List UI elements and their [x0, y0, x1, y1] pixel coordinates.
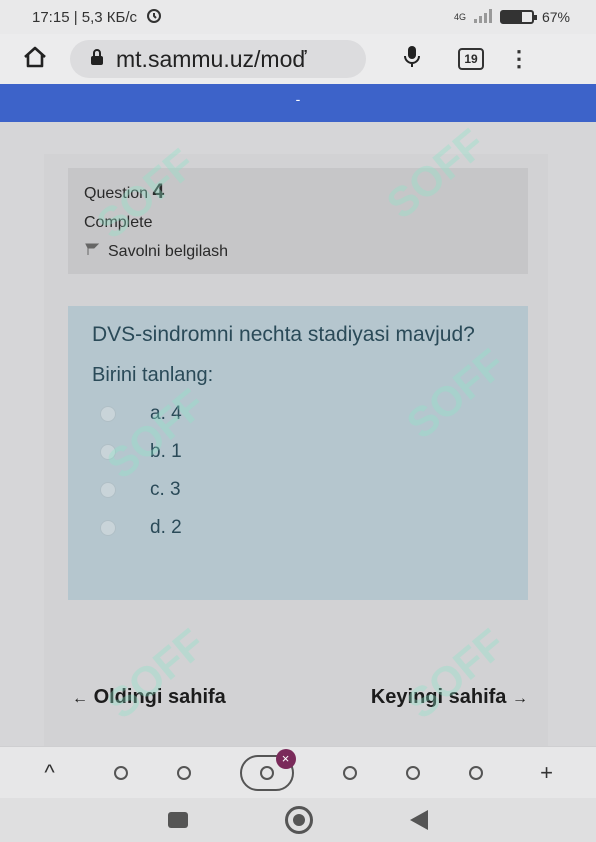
status-right: 4G 67%	[453, 8, 570, 26]
question-panel: DVS-sindromni nechta stadiyasi mavjud? B…	[68, 306, 528, 600]
tab-favicon	[259, 765, 274, 780]
option-a[interactable]: a. 4	[92, 395, 504, 433]
active-tab[interactable]: ×	[239, 748, 296, 791]
option-c[interactable]: c. 3	[92, 471, 504, 509]
lock-icon	[90, 48, 104, 71]
address-bar[interactable]: mt.sammu.uz/moď	[70, 40, 366, 78]
back-icon[interactable]	[409, 810, 428, 830]
home-icon	[22, 45, 48, 74]
menu-icon[interactable]: ⋮	[484, 46, 554, 72]
flag-question-link[interactable]: Savolni belgilash	[84, 242, 512, 261]
radio-button[interactable]	[100, 444, 116, 460]
chevron-up-icon[interactable]: ^	[35, 760, 65, 786]
status-bar: 17:15 | 5,3 КБ/с 4G 67%	[0, 0, 596, 34]
status-left: 17:15 | 5,3 КБ/с	[32, 6, 163, 28]
network-label: 4G	[453, 11, 466, 22]
answer-prompt: Birini tanlang:	[92, 364, 214, 386]
option-label: b. 1	[150, 441, 182, 462]
site-header-bar: -	[0, 84, 596, 122]
header-text: -	[295, 91, 301, 107]
question-text: DVS-sindromni nechta stadiyasi mavjud?	[92, 323, 475, 346]
voice-search-button[interactable]	[366, 45, 458, 74]
next-page-label: Keyingi sahifa	[370, 686, 507, 708]
arrow-left-icon: ←	[72, 690, 88, 707]
tabs-button[interactable]: 19	[458, 48, 484, 70]
alarm-icon	[145, 6, 163, 28]
home-button[interactable]	[0, 45, 70, 74]
page-navigation: ← Oldingi sahifa Keyingi sahifa →	[72, 686, 528, 709]
recents-icon[interactable]	[168, 812, 189, 828]
option-d[interactable]: d. 2	[92, 509, 504, 547]
arrow-right-icon: →	[512, 690, 528, 707]
radio-button[interactable]	[100, 406, 116, 422]
system-navigation-bar	[0, 798, 596, 842]
tab-favicon[interactable]	[113, 765, 128, 780]
tab-count: 19	[464, 52, 478, 66]
flag-icon	[84, 242, 100, 261]
next-page-link[interactable]: Keyingi sahifa →	[371, 686, 528, 709]
tab-favicon[interactable]	[405, 765, 420, 780]
option-label: a. 4	[150, 403, 182, 424]
tab-favicon[interactable]	[342, 765, 357, 780]
tab-favicon[interactable]	[176, 765, 191, 780]
previous-page-link[interactable]: ← Oldingi sahifa	[72, 686, 226, 709]
close-icon[interactable]: ×	[275, 748, 296, 769]
question-info-panel: Question 4 Complete Savolni belgilash	[68, 168, 528, 274]
option-label: d. 2	[150, 517, 182, 538]
question-number: 4	[152, 180, 165, 203]
flag-label: Savolni belgilash	[108, 242, 229, 260]
question-label: Question	[84, 185, 149, 202]
url-text: mt.sammu.uz/moď	[116, 45, 307, 72]
plus-icon[interactable]: +	[532, 760, 562, 786]
answer-options: a. 4 b. 1 c. 3 d. 2	[92, 395, 504, 547]
signal-icon	[473, 8, 492, 26]
option-b[interactable]: b. 1	[92, 433, 504, 471]
question-state: Complete	[84, 214, 153, 231]
status-time-speed: 17:15 | 5,3 КБ/с	[32, 8, 138, 26]
battery-percent: 67%	[541, 9, 570, 25]
battery-icon	[499, 10, 537, 24]
option-label: c. 3	[150, 479, 181, 500]
home-nav-icon[interactable]	[284, 806, 313, 834]
radio-button[interactable]	[100, 482, 116, 498]
bottom-tab-strip: ^ × +	[0, 746, 596, 798]
browser-toolbar: mt.sammu.uz/moď 19 ⋮	[0, 34, 596, 84]
radio-button[interactable]	[100, 520, 116, 536]
mic-icon	[403, 45, 421, 74]
tab-favicon[interactable]	[468, 765, 483, 780]
previous-page-label: Oldingi sahifa	[93, 686, 226, 708]
question-heading: Question 4	[84, 180, 512, 204]
